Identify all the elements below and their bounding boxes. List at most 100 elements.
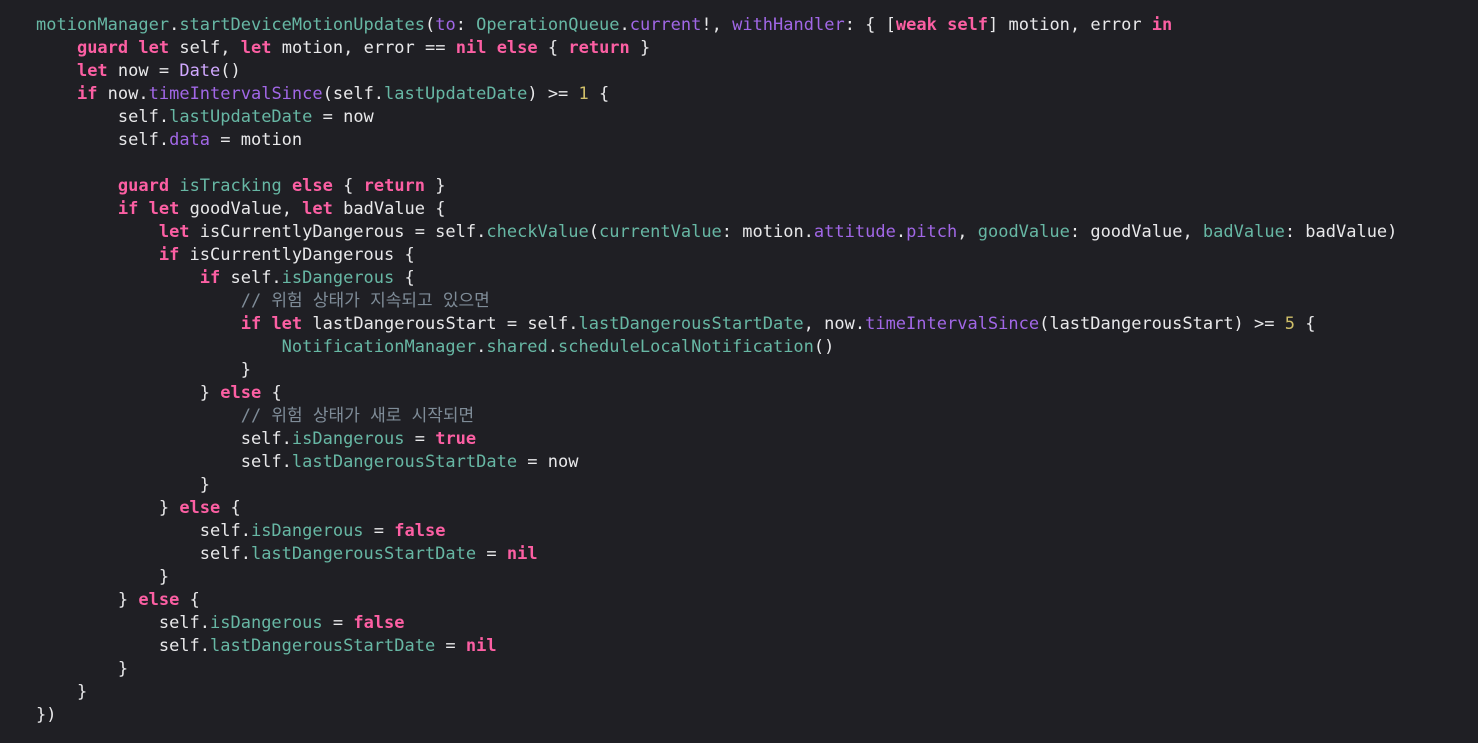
plain-token: }: [199, 383, 221, 403]
plain-token: self.: [117, 107, 170, 127]
plain-token: }: [158, 498, 180, 518]
property-token: timeIntervalSince: [865, 314, 1040, 334]
plain-token: lastDangerousStart = self.: [302, 314, 579, 334]
plain-token: .: [895, 222, 907, 242]
keyword-token: let: [148, 199, 180, 219]
code-line: self.lastUpdateDate = now: [36, 106, 1466, 129]
identifier-token: badValue: [1202, 222, 1285, 242]
keyword-token: nil: [465, 636, 497, 656]
plain-token: isCurrentlyDangerous {: [179, 245, 415, 265]
plain-token: : goodValue,: [1069, 222, 1203, 242]
keyword-token: return: [568, 38, 630, 58]
plain-token: badValue {: [332, 199, 446, 219]
plain-token: now.: [97, 84, 149, 104]
plain-token: =: [476, 544, 507, 564]
plain-token: {: [332, 176, 364, 196]
plain-token: =: [363, 521, 395, 541]
code-editor[interactable]: motionManager.startDeviceMotionUpdates(t…: [36, 14, 1466, 727]
code-line: self.isDangerous = false: [36, 520, 1466, 543]
plain-token: {: [394, 268, 415, 288]
identifier-token: OperationQueue: [476, 15, 620, 35]
code-line: }): [36, 704, 1466, 727]
keyword-token: let: [240, 38, 272, 58]
plain-token: isCurrentlyDangerous = self.: [189, 222, 487, 242]
plain-token: goodValue,: [179, 199, 303, 219]
type-token: Date: [179, 61, 221, 81]
plain-token: }): [36, 705, 57, 725]
code-line: motionManager.startDeviceMotionUpdates(t…: [36, 14, 1466, 37]
plain-token: ) >=: [527, 84, 579, 104]
plain-token: (): [220, 61, 241, 81]
code-line: } else {: [36, 497, 1466, 520]
code-line: if now.timeIntervalSince(self.lastUpdate…: [36, 83, 1466, 106]
property-token: attitude: [813, 222, 896, 242]
code-line: }: [36, 681, 1466, 704]
code-line: }: [36, 566, 1466, 589]
keyword-token: guard: [76, 38, 129, 58]
code-line: let isCurrentlyDangerous = self.checkVal…: [36, 221, 1466, 244]
keyword-token: in: [1151, 15, 1173, 35]
code-line: self.lastDangerousStartDate = now: [36, 451, 1466, 474]
keyword-token: let: [302, 199, 333, 219]
code-line: // 위험 상태가 새로 시작되면: [36, 405, 1466, 428]
property-token: timeIntervalSince: [148, 84, 323, 104]
plain-token: (self.: [322, 84, 385, 104]
plain-token: self.: [240, 452, 292, 472]
keyword-token: else: [220, 383, 262, 403]
keyword-token: if: [117, 199, 139, 219]
identifier-token: isDangerous: [210, 613, 323, 633]
plain-token: self.: [220, 268, 282, 288]
plain-token: }: [76, 682, 88, 702]
plain-token: .: [547, 337, 559, 357]
identifier-token: isDangerous: [250, 521, 364, 541]
plain-token: }: [117, 590, 139, 610]
plain-token: , now.: [803, 314, 866, 334]
property-token: data: [169, 130, 211, 150]
identifier-token: lastDangerousStartDate: [578, 314, 804, 334]
plain-token: {: [179, 590, 200, 610]
plain-token: self.: [117, 130, 170, 150]
keyword-token: if: [240, 314, 262, 334]
keyword-token: let: [158, 222, 190, 242]
code-line: }: [36, 474, 1466, 497]
plain-token: }: [629, 38, 651, 58]
code-line: guard isTracking else { return }: [36, 175, 1466, 198]
code-line: if let lastDangerousStart = self.lastDan…: [36, 313, 1466, 336]
plain-token: {: [220, 498, 241, 518]
keyword-token: let: [76, 61, 108, 81]
keyword-token: false: [394, 521, 446, 541]
code-line: self.lastDangerousStartDate = nil: [36, 635, 1466, 658]
number-token: 5: [1284, 314, 1295, 334]
identifier-token: lastDangerousStartDate: [210, 636, 436, 656]
code-line: } else {: [36, 382, 1466, 405]
plain-token: .: [619, 15, 630, 35]
plain-token: motion, error ==: [271, 38, 456, 58]
code-line: NotificationManager.shared.scheduleLocal…: [36, 336, 1466, 359]
plain-token: self.: [240, 429, 292, 449]
plain-token: = motion: [210, 130, 303, 150]
plain-token: (lastDangerousStart) >=: [1039, 314, 1285, 334]
code-line: if let goodValue, let badValue {: [36, 198, 1466, 221]
identifier-token: motionManager: [36, 15, 170, 35]
code-line: if self.isDangerous {: [36, 267, 1466, 290]
identifier-token: scheduleLocalNotification: [558, 337, 814, 357]
code-line: self.isDangerous = false: [36, 612, 1466, 635]
